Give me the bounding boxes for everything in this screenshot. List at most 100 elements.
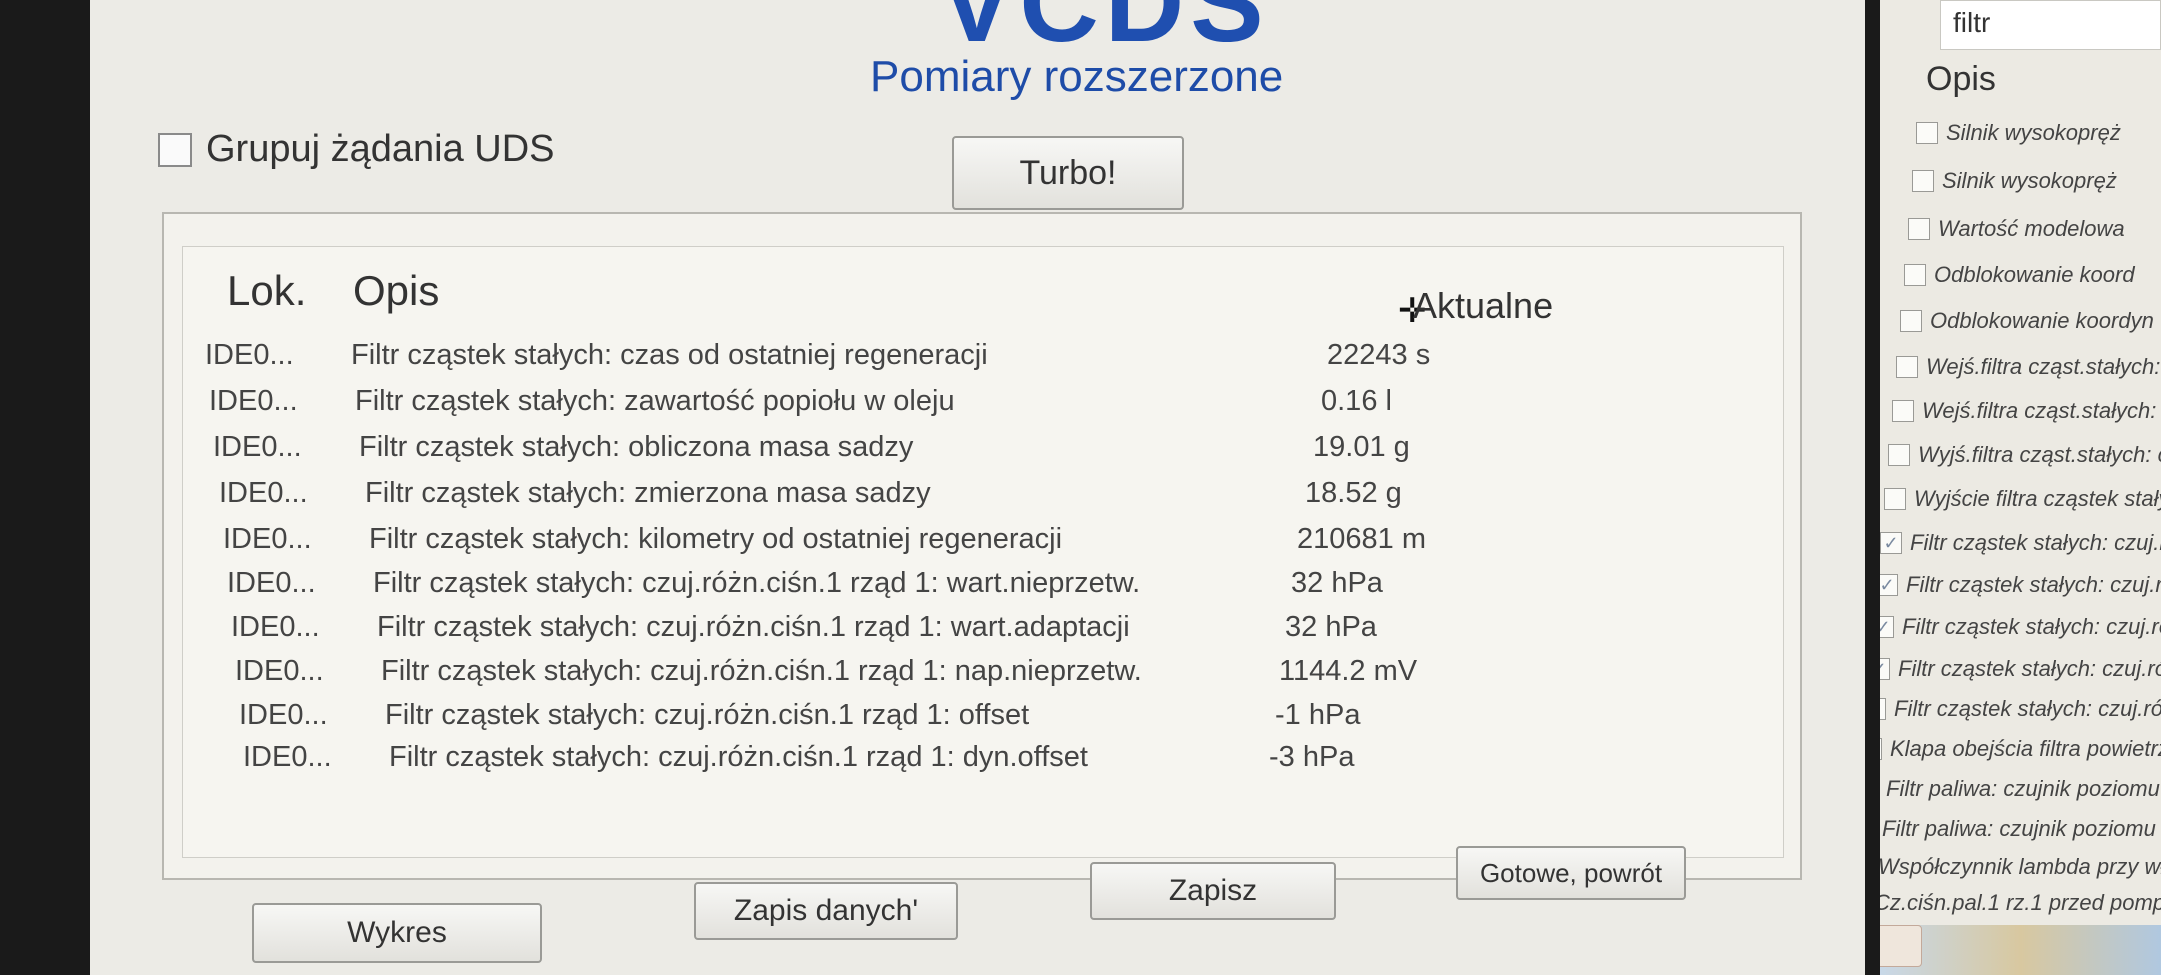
group-uds-label: Grupuj żądania UDS	[206, 128, 555, 170]
checkbox-icon[interactable]	[1880, 738, 1882, 760]
row-lok: IDE0...	[231, 611, 320, 643]
side-list-item[interactable]: ✓ Filtr cząstek stałych: czuj.różn.c	[1880, 614, 2161, 640]
side-list-item[interactable]: Odblokowanie koord	[1904, 262, 2135, 288]
checkbox-icon[interactable]: ✓	[1880, 698, 1886, 720]
side-panel: filtr Opis Silnik wysokopręż Silnik wyso…	[1880, 0, 2161, 975]
row-lok: IDE0...	[209, 385, 298, 417]
side-column-header-opis[interactable]: Opis	[1926, 60, 1996, 99]
row-description: Filtr cząstek stałych: czuj.różn.ciśn.1 …	[389, 741, 1088, 773]
row-description: Filtr cząstek stałych: czuj.różn.ciśn.1 …	[377, 611, 1130, 643]
side-list-item[interactable]: Wyjście filtra cząstek stałych	[1884, 486, 2161, 512]
side-item-label: Odblokowanie koordyn	[1930, 308, 2154, 333]
main-window: VCDS Pomiary rozszerzone Grupuj żądania …	[90, 0, 1865, 975]
wykres-button[interactable]: Wykres	[252, 903, 542, 963]
zapis-danych-button[interactable]: Zapis danych'	[694, 882, 958, 940]
checkbox-icon[interactable]	[1884, 488, 1906, 510]
column-header-opis[interactable]: Opis	[353, 267, 439, 315]
side-list-item[interactable]: Silnik wysokopręż	[1912, 168, 2117, 194]
side-item-label: Wartość modelowa	[1938, 216, 2125, 241]
row-description: Filtr cząstek stałych: czuj.różn.ciśn.1 …	[373, 567, 1141, 599]
side-item-label: Wyjś.filtra cząst.stałych: c	[1918, 442, 2161, 467]
row-lok: IDE0...	[213, 431, 302, 463]
gotowe-powrot-button[interactable]: Gotowe, powrót	[1456, 846, 1686, 900]
side-item-label: Silnik wysokopręż	[1942, 168, 2117, 193]
row-description: Filtr cząstek stałych: obliczona masa sa…	[359, 431, 914, 463]
row-value: 22243 s	[1327, 339, 1431, 371]
checkbox-icon[interactable]	[1900, 310, 1922, 332]
side-list-item[interactable]: ✓ Filtr cząstek stałych: czuj.różn	[1880, 572, 2161, 598]
filter-input[interactable]: filtr	[1940, 0, 2161, 50]
side-item-label: Filtr paliwa: czujnik poziomu 1: stan	[1886, 776, 2161, 801]
row-value: -3 hPa	[1269, 741, 1355, 773]
row-lok: IDE0...	[227, 567, 316, 599]
taskbar	[1880, 925, 2161, 975]
side-item-label: Współczynnik lambda przy włocie do f	[1880, 854, 2161, 879]
row-lok: IDE0...	[205, 339, 294, 371]
side-list-item[interactable]: Cz.ciśn.pal.1 rz.1 przed pomp. wys.ciśn	[1880, 890, 2161, 916]
checkbox-icon[interactable]	[1892, 400, 1914, 422]
row-description: Filtr cząstek stałych: czuj.różn.ciśn.1 …	[385, 699, 1030, 731]
row-lok: IDE0...	[243, 741, 332, 773]
side-list-item[interactable]: ✓ Filtr cząstek stałych: czuj.różn	[1880, 530, 2161, 556]
side-list-item[interactable]: Wejś.filtra cząst.stałych:	[1896, 354, 2160, 380]
row-value: 32 hPa	[1291, 567, 1383, 599]
side-list-item[interactable]: Wyjś.filtra cząst.stałych: c	[1888, 442, 2161, 468]
side-item-label: Wejś.filtra cząst.stałych:	[1926, 354, 2161, 379]
measurements-panel: Lok. Opis ✛ Aktualne IDE0... Filtr cząst…	[162, 212, 1802, 880]
side-list-item[interactable]: Odblokowanie koordyn	[1900, 308, 2154, 334]
row-description: Filtr cząstek stałych: czas od ostatniej…	[351, 339, 988, 371]
side-list-item[interactable]: Wartość modelowa	[1908, 216, 2125, 242]
side-list-item[interactable]: Silnik wysokopręż	[1916, 120, 2121, 146]
checkbox-icon[interactable]	[158, 132, 192, 167]
measurements-list[interactable]: Lok. Opis ✛ Aktualne IDE0... Filtr cząst…	[182, 246, 1784, 858]
side-list-item[interactable]: Filtr paliwa: czujnik poziomu 1: napię	[1880, 816, 2161, 842]
checkbox-icon[interactable]	[1912, 170, 1934, 192]
side-item-label: Filtr cząstek stałych: czuj.różn	[1910, 530, 2161, 555]
checkbox-icon[interactable]	[1888, 444, 1910, 466]
side-list-item[interactable]: Współczynnik lambda przy włocie do f	[1880, 854, 2161, 880]
checkbox-icon[interactable]	[1904, 264, 1926, 286]
turbo-button[interactable]: Turbo!	[952, 136, 1184, 210]
row-description: Filtr cząstek stałych: zmierzona masa sa…	[365, 477, 931, 509]
side-list-item[interactable]: Wejś.filtra cząst.stałych:	[1892, 398, 2156, 424]
side-item-label: Wyjście filtra cząstek stałych	[1914, 486, 2161, 511]
group-uds-checkbox[interactable]: Grupuj żądania UDS	[158, 128, 555, 171]
row-value: 19.01 g	[1313, 431, 1410, 463]
row-lok: IDE0...	[219, 477, 308, 509]
side-panel-button[interactable]	[1880, 925, 1922, 967]
side-item-label: Filtr cząstek stałych: czuj.różn.c	[1902, 614, 2161, 639]
checkbox-icon[interactable]: ✓	[1880, 574, 1898, 596]
row-description: Filtr cząstek stałych: kilometry od osta…	[369, 523, 1063, 555]
checkbox-icon[interactable]	[1896, 356, 1918, 378]
side-item-label: Filtr cząstek stałych: czuj.różn.ciś	[1898, 656, 2161, 681]
side-list-item[interactable]: ✓ Filtr cząstek stałych: czuj.różn.ciś	[1880, 656, 2161, 682]
side-item-label: Silnik wysokopręż	[1946, 120, 2121, 145]
row-value: -1 hPa	[1275, 699, 1361, 731]
row-value: 18.52 g	[1305, 477, 1402, 509]
checkbox-icon[interactable]: ✓	[1880, 532, 1902, 554]
row-lok: IDE0...	[239, 699, 328, 731]
column-header-lok[interactable]: Lok.	[227, 267, 306, 315]
side-list-item[interactable]: Filtr paliwa: czujnik poziomu 1: stan	[1880, 776, 2161, 802]
row-value: 210681 m	[1297, 523, 1426, 555]
row-value: 0.16 l	[1321, 385, 1392, 417]
checkbox-icon[interactable]	[1916, 122, 1938, 144]
row-description: Filtr cząstek stałych: czuj.różn.ciśn.1 …	[381, 655, 1142, 687]
row-description: Filtr cząstek stałych: zawartość popiołu…	[355, 385, 955, 417]
row-value: 32 hPa	[1285, 611, 1377, 643]
checkbox-icon[interactable]: ✓	[1880, 616, 1894, 638]
row-value: 1144.2 mV	[1279, 655, 1418, 687]
side-item-label: Wejś.filtra cząst.stałych:	[1922, 398, 2157, 423]
side-list-item[interactable]: ✓ Filtr cząstek stałych: czuj.różn.ciś	[1880, 696, 2161, 722]
checkbox-icon[interactable]	[1908, 218, 1930, 240]
side-list-item[interactable]: Klapa obejścia filtra powietrza 1 r	[1880, 736, 2161, 762]
checkbox-icon[interactable]: ✓	[1880, 658, 1890, 680]
zapisz-button[interactable]: Zapisz	[1090, 862, 1336, 920]
side-item-label: Klapa obejścia filtra powietrza 1 r	[1890, 736, 2161, 761]
side-item-label: Filtr paliwa: czujnik poziomu 1: napię	[1882, 816, 2161, 841]
side-item-label: Filtr cząstek stałych: czuj.różn	[1906, 572, 2161, 597]
column-header-aktualne[interactable]: Aktualne	[1413, 285, 1553, 327]
side-item-label: Filtr cząstek stałych: czuj.różn.ciś	[1894, 696, 2161, 721]
side-item-label: Cz.ciśn.pal.1 rz.1 przed pomp. wys.ciśn	[1880, 890, 2161, 915]
side-item-label: Odblokowanie koord	[1934, 262, 2135, 287]
